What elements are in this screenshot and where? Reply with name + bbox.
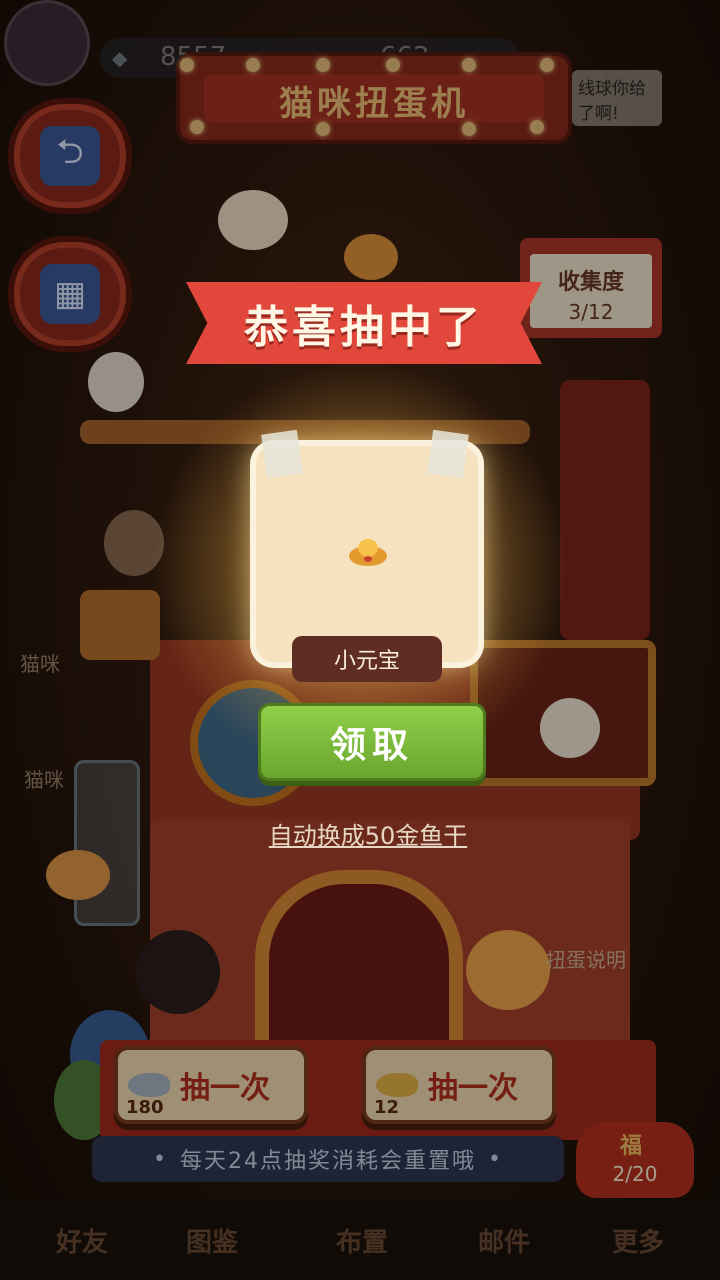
gold-ingot-icon: [349, 539, 387, 566]
claim-button[interactable]: 领取: [258, 703, 486, 781]
congrats-banner: 恭喜抽中了: [186, 282, 542, 364]
auto-convert-note[interactable]: 自动换成50金鱼干: [254, 816, 482, 851]
congrats-banner-text: 恭喜抽中了: [244, 302, 484, 353]
reward-item-name: 小元宝: [292, 636, 442, 682]
tape-right: [427, 429, 469, 479]
tape-left: [261, 429, 303, 479]
